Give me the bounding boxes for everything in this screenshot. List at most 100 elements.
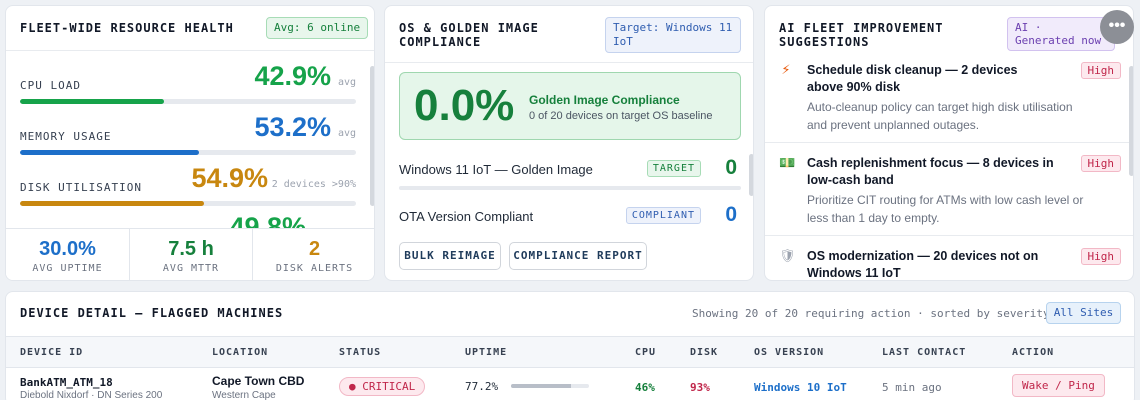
target-os-badge: Target: Windows 11 IoT <box>605 17 741 53</box>
header-divider <box>385 62 753 63</box>
scrollbar[interactable] <box>370 66 374 206</box>
stat-value: 7.5 h <box>168 238 214 260</box>
table-row[interactable]: BankATM_ATM_18 Diebold Nixdorf · DN Seri… <box>6 369 1134 400</box>
compliance-row-ota: OTA Version Compliant COMPLIANT 0 <box>399 201 741 241</box>
priority-badge: High <box>1080 62 1121 79</box>
compliant-badge: COMPLIANT <box>625 207 701 224</box>
lightning-icon: ⚡ <box>781 62 791 77</box>
metric-value: 54.9% <box>191 163 268 193</box>
disk-value: 93% <box>690 381 710 394</box>
suggestion-description: Prioritize CIT routing for ATMs with low… <box>807 193 1084 225</box>
summary-stats: 30.0% AVG UPTIME 7.5 h AVG MTTR 2 DISK A… <box>6 228 374 280</box>
column-header[interactable]: DEVICE ID <box>20 347 83 358</box>
metric-label: CPU LOAD <box>20 79 81 92</box>
compliance-row-label: Windows 11 IoT — Golden Image <box>399 162 593 177</box>
device-id[interactable]: BankATM_ATM_18 <box>20 376 113 389</box>
uptime-fill <box>511 384 572 388</box>
resource-health-title: FLEET-WIDE RESOURCE HEALTH <box>20 21 234 35</box>
metric-memory-usage: MEMORY USAGE 53.2% avg <box>20 112 356 162</box>
golden-image-summary: 0.0% Golden Image Compliance 0 of 20 dev… <box>399 72 741 140</box>
golden-image-subtitle: 0 of 20 devices on target OS baseline <box>529 110 713 122</box>
metric-unit: avg <box>337 77 356 88</box>
suggestion-title: Schedule disk cleanup — 2 devices above … <box>807 63 1018 94</box>
metric-track <box>20 99 356 104</box>
region: Western Cape <box>212 390 276 400</box>
target-badge: TARGET <box>646 160 701 177</box>
suggestion-title: Cash replenishment focus — 8 devices in … <box>807 156 1054 187</box>
column-header[interactable]: CPU <box>635 347 656 358</box>
metric-disk-utilisation: DISK UTILISATION 54.9% 2 devices >90% <box>20 163 356 213</box>
suggestion-divider <box>765 235 1133 236</box>
stat-label: AVG UPTIME <box>32 263 103 274</box>
uptime-value: 77.2% <box>465 380 499 393</box>
compliance-row-track <box>399 186 741 190</box>
suggestion-cash-replenishment[interactable]: 💵 Cash replenishment focus — 8 devices i… <box>779 155 1121 243</box>
column-header[interactable]: DISK <box>690 347 718 358</box>
suggestion-disk-cleanup[interactable]: ⚡ Schedule disk cleanup — 2 devices abov… <box>779 62 1121 150</box>
more-icon[interactable]: ••• <box>1100 10 1134 44</box>
device-model: Diebold Nixdorf · DN Series 200 <box>20 390 163 400</box>
os-version: Windows 10 IoT <box>754 381 847 394</box>
compliance-row-label: OTA Version Compliant <box>399 209 534 224</box>
bulk-reimage-button[interactable]: BULK REIMAGE <box>399 242 501 270</box>
shield-icon: 🛡 <box>779 248 796 263</box>
metric-cpu-load: CPU LOAD 42.9% avg <box>20 61 356 111</box>
stat-value: 2 <box>308 238 321 260</box>
scrollbar[interactable] <box>749 154 753 196</box>
uptime-bar <box>511 384 589 388</box>
compliance-title: OS & GOLDEN IMAGE COMPLIANCE <box>399 21 539 49</box>
metric-unit: avg <box>337 128 356 139</box>
device-detail-title: DEVICE DETAIL — FLAGGED MACHINES <box>20 306 284 320</box>
online-badge: Avg: 6 online <box>266 17 369 39</box>
metric-unit: 2 devices >90% <box>271 179 356 190</box>
stat-label: DISK ALERTS <box>275 263 354 274</box>
column-header[interactable]: ACTION <box>1012 347 1054 358</box>
all-sites-filter[interactable]: All Sites <box>1046 302 1121 324</box>
golden-image-title: Golden Image Compliance <box>529 93 680 107</box>
device-detail-card: DEVICE DETAIL — FLAGGED MACHINES Showing… <box>5 291 1135 400</box>
table-summary: Showing 20 of 20 requiring action · sort… <box>692 307 1050 320</box>
compliance-row-count: 0 <box>725 156 737 179</box>
golden-image-percent: 0.0% <box>414 81 515 130</box>
metric-value: 42.9% <box>254 61 331 91</box>
column-header[interactable]: OS VERSION <box>754 347 824 358</box>
suggestion-description: Auto-cleanup policy can target high disk… <box>807 100 1073 132</box>
cpu-value: 46% <box>635 381 655 394</box>
cash-icon: 💵 <box>779 155 796 170</box>
stat-avg-mttr: 7.5 h AVG MTTR <box>129 229 252 280</box>
compliance-report-button[interactable]: COMPLIANCE REPORT <box>509 242 647 270</box>
last-contact: 5 min ago <box>882 381 942 394</box>
status-dot-icon: ● <box>349 380 363 393</box>
metric-track <box>20 150 356 155</box>
table-header: DEVICE ID LOCATION STATUS UPTIME CPU DIS… <box>6 336 1134 368</box>
status-text: CRITICAL <box>362 380 416 393</box>
metric-value: 53.2% <box>254 112 331 142</box>
column-header[interactable]: STATUS <box>339 347 381 358</box>
compliance-card: OS & GOLDEN IMAGE COMPLIANCE Target: Win… <box>384 5 754 281</box>
ai-suggestions-card: AI FLEET IMPROVEMENT SUGGESTIONS AI · Ge… <box>764 5 1134 281</box>
scrollbar[interactable] <box>1129 66 1133 176</box>
resource-health-card: FLEET-WIDE RESOURCE HEALTH Avg: 6 online… <box>5 5 375 281</box>
status-badge: ● CRITICAL <box>339 377 426 396</box>
metric-fill <box>20 150 199 155</box>
ai-generated-badge: AI · Generated now <box>1007 17 1115 51</box>
suggestion-divider <box>765 142 1133 143</box>
location: Cape Town CBD <box>212 374 305 388</box>
stat-label: AVG MTTR <box>162 263 220 274</box>
metric-track <box>20 201 356 206</box>
compliance-row-golden-image: Windows 11 IoT — Golden Image TARGET 0 <box>399 154 741 194</box>
compliance-row-count: 0 <box>725 203 737 226</box>
priority-badge: High <box>1080 248 1121 265</box>
stat-value: 30.0% <box>39 238 96 260</box>
column-header[interactable]: LOCATION <box>212 347 268 358</box>
header-divider <box>6 50 374 51</box>
column-header[interactable]: LAST CONTACT <box>882 347 966 358</box>
metric-label: MEMORY USAGE <box>20 130 112 143</box>
priority-badge: High <box>1080 155 1121 172</box>
metric-label: DISK UTILISATION <box>20 181 142 194</box>
wake-ping-button[interactable]: Wake / Ping <box>1012 374 1105 397</box>
suggestion-title: OS modernization — 20 devices not on Win… <box>807 249 1039 280</box>
metric-fill <box>20 201 205 206</box>
column-header[interactable]: UPTIME <box>465 347 507 358</box>
suggestion-os-modernization[interactable]: 🛡 OS modernization — 20 devices not on W… <box>779 248 1121 280</box>
